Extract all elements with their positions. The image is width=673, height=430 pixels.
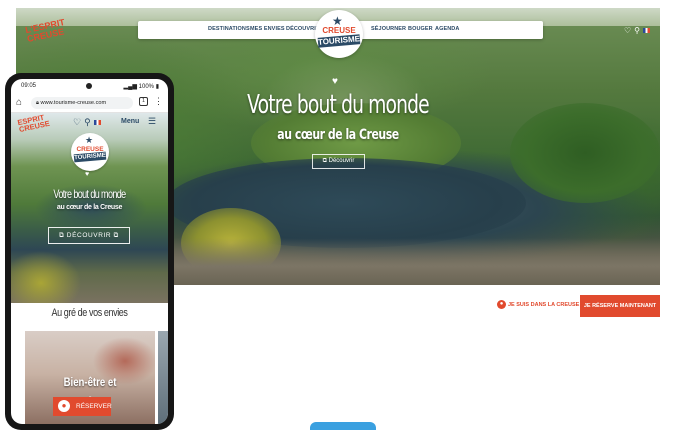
location-pin-icon: ● <box>497 300 506 309</box>
star-icon: ★ <box>85 135 94 145</box>
heart-icon[interactable]: ♡ <box>73 117 84 127</box>
overflow-menu-icon[interactable]: ⋮ <box>154 96 163 107</box>
nav-mes-envies[interactable]: MES ENVIES <box>250 26 285 32</box>
desktop-header-icons: ♡⚲ <box>624 26 650 35</box>
nav-bouger[interactable]: BOUGER <box>408 26 433 32</box>
next-card-peek[interactable] <box>158 331 168 424</box>
french-flag-icon[interactable] <box>93 120 101 126</box>
creuse-tourisme-logo[interactable]: ★ CREUSE TOURISME <box>315 10 363 58</box>
nav-sejourner[interactable]: SÉJOURNER <box>371 26 406 32</box>
mobile-header-icons: ♡⚲ <box>73 117 101 128</box>
external-link-icon: ⧉ <box>322 158 327 164</box>
screenshot-stage: L'ESPRIT CREUSE DESTINATIONS MES ENVIES … <box>0 0 673 430</box>
blue-tab-decoration <box>310 422 376 430</box>
camera-punch-hole <box>86 83 92 89</box>
discover-button[interactable]: ⧉ DÉCOUVRIR ⧉ <box>48 227 130 244</box>
external-link-icon: ⧉ <box>59 232 65 239</box>
card-title-line1: Bien-être et <box>63 375 117 389</box>
search-icon[interactable]: ⚲ <box>84 117 94 127</box>
phone-mockup: 09:05 ▂▄▆ 100% ▮ ⌂ 🔒︎ www.tourisme-creus… <box>5 73 174 430</box>
french-flag-icon[interactable] <box>643 28 650 34</box>
url-field[interactable]: 🔒︎ www.tourisme-creuse.com <box>31 97 133 109</box>
home-icon[interactable]: ⌂ <box>16 97 22 108</box>
tabs-button[interactable]: 1 <box>139 97 148 106</box>
hero-subtitle: au cœur de la Creuse <box>56 204 123 211</box>
hero-title: Votre bout du monde <box>53 187 126 201</box>
reserve-button[interactable]: ● RÉSERVER <box>53 397 112 416</box>
je-suis-dans-la-creuse-link[interactable]: ● JE SUIS DANS LA CREUSE <box>497 300 579 309</box>
creuse-tourisme-logo[interactable]: ★ CREUSE TOURISME <box>71 133 109 171</box>
external-link-icon: ⧉ <box>113 232 119 239</box>
phone-screen: 09:05 ▂▄▆ 100% ▮ ⌂ 🔒︎ www.tourisme-creus… <box>11 79 168 424</box>
hamburger-icon[interactable]: ☰ <box>148 116 156 127</box>
heart-icon[interactable]: ♡ <box>624 26 634 35</box>
esprit-creuse-logo[interactable]: ESPRIT CREUSE <box>17 113 51 134</box>
discover-button[interactable]: ⧉ Découvrir <box>312 154 365 169</box>
heart-icon: ♥ <box>85 171 90 178</box>
location-pin-icon: ● <box>58 400 70 412</box>
heart-icon: ♥ <box>332 76 338 87</box>
nav-agenda[interactable]: AGENDA <box>435 26 459 32</box>
lock-icon: 🔒︎ <box>36 100 39 106</box>
status-time: 09:05 <box>21 83 37 89</box>
browser-url-bar: ⌂ 🔒︎ www.tourisme-creuse.com 1 ⋮ <box>11 93 168 113</box>
mobile-hero: ESPRIT CREUSE ♡⚲ Menu ☰ ★ CREUSE TOURISM… <box>11 113 168 303</box>
status-battery: ▂▄▆ 100% ▮ <box>123 84 159 90</box>
menu-label[interactable]: Menu <box>121 118 139 125</box>
nav-destinations[interactable]: DESTINATIONS <box>208 26 250 32</box>
section-title: Au gré de vos envies <box>51 307 128 319</box>
hero-title: Votre bout du monde <box>247 90 429 120</box>
search-icon[interactable]: ⚲ <box>634 26 643 35</box>
reserve-now-button[interactable]: JE RÉSERVE MAINTENANT <box>580 295 660 317</box>
